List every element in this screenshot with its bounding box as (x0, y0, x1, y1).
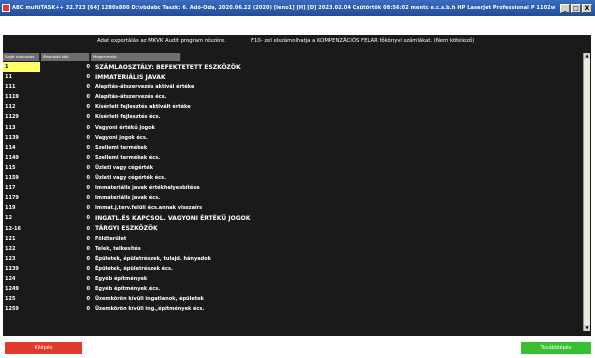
table-row[interactable]: 1159 0 Üzleti vagy cégérték écs. (3, 173, 583, 183)
row-value-cell: 0 (86, 235, 90, 242)
row-value-cell: 0 (86, 255, 90, 262)
row-value-cell: 0 (86, 64, 90, 70)
table-row[interactable]: 117 0 Immateriális javak értékhelyesbítése (3, 183, 583, 193)
row-name-cell: Vagyoni értékű jogok (95, 124, 156, 131)
table-scrollbar[interactable]: ▲ ▼ (583, 53, 590, 331)
scroll-up-arrow-icon[interactable]: ▲ (584, 53, 590, 59)
table-row[interactable]: 1119 0 Alapítás-átszervezés écs. (3, 92, 583, 102)
row-value-cell: 0 (86, 195, 90, 202)
row-value-cell: 0 (86, 84, 90, 91)
row-value-cell: 0 (86, 205, 90, 212)
row-name-cell: Vagyoni jogok écs. (95, 134, 148, 141)
table-row[interactable]: 122 0 Telek, telkesítés (3, 244, 583, 254)
window-titlebar: ABC multiTASK++ 32.723 [64] 1280x800 D:\… (0, 0, 595, 16)
row-name-cell: Kísérleti fejlesztés aktivált értéke (95, 104, 191, 111)
table-row[interactable]: 1179 0 Immateriális javak écs. (3, 193, 583, 203)
table-row[interactable]: 1249 0 Egyéb építmények écs. (3, 284, 583, 294)
row-value-cell: 0 (86, 154, 90, 161)
row-value-cell: 0 (86, 134, 90, 141)
row-name-cell: TÁRGYI ESZKÖZÖK (95, 225, 158, 232)
row-name-cell: IMMATERIÁLIS JAVAK (95, 73, 166, 81)
row-name-cell: Immateriális javak értékhelyesbítése (95, 185, 200, 192)
row-name-cell: Telek, telkesítés (95, 245, 141, 252)
table-row[interactable]: 112 0 Kísérleti fejlesztés aktivált értéke (3, 102, 583, 112)
row-value-cell: 0 (86, 286, 90, 293)
row-name-cell: Üzleti vagy cégérték écs. (95, 175, 167, 182)
app-icon (2, 4, 10, 12)
table-row[interactable]: 123 0 Épületek, épületrészek, tulajd. hány… (3, 254, 583, 264)
row-name-cell: Szellemi termékek écs. (95, 154, 161, 161)
row-name-cell: Alapítás-átszervezés aktivál értéke (95, 84, 195, 91)
next-button[interactable]: Továbblépés (521, 342, 591, 354)
row-value-cell: 0 (86, 185, 90, 192)
table-row[interactable]: 1139 0 Vagyoni jogok écs. (3, 133, 583, 143)
row-value-cell: 0 (86, 114, 90, 121)
scroll-down-arrow-icon[interactable]: ▼ (584, 325, 590, 331)
row-value-cell: 0 (86, 124, 90, 131)
row-name-cell: Földterület (95, 235, 127, 242)
row-value-cell: 0 (86, 306, 90, 313)
column-header-value[interactable]: Átsorolás kód (41, 53, 90, 61)
row-value-cell: 0 (86, 275, 90, 282)
row-value-cell: 0 (86, 175, 90, 182)
table-row[interactable]: 124 0 Egyéb építmények (3, 274, 583, 284)
row-name-cell: Szellemi termékek (95, 144, 148, 151)
table-row[interactable]: 121 0 Földterület (3, 234, 583, 244)
row-name-cell: Egyéb építmények (95, 275, 148, 282)
table-row[interactable]: 113 0 Vagyoni értékű jogok (3, 123, 583, 133)
info-banner: Adat exportálás az MKVK Audit program ré… (3, 35, 591, 47)
window-title: ABC multiTASK++ 32.723 [64] 1280x800 D:\… (12, 5, 556, 11)
app-body: Adat exportálás az MKVK Audit program ré… (0, 16, 595, 358)
column-header-code[interactable]: Saját számozás (3, 53, 40, 61)
row-name-cell: Immat.j.terv.felüli écs.annak visszaírs (95, 205, 203, 212)
table-row[interactable]: 1149 0 Szellemi termékek écs. (3, 153, 583, 163)
table-row[interactable]: 119 0 Immat.j.terv.felüli écs.annak vissza… (3, 203, 583, 213)
row-name-cell: Épületek, épületrészek, tulajd. hányadok (95, 255, 211, 262)
table-row[interactable]: 1129 0 Kísérleti fejlesztés écs. (3, 112, 583, 122)
table-row[interactable]: 111 0 Alapítás-átszervezés aktivál értéke (3, 82, 583, 92)
account-table: 1 0 SZÁMLAOSZTÁLY: BEFEKTETETT ESZKÖZÖK 11 0… (3, 62, 583, 314)
column-header-name[interactable]: Megnevezés (91, 53, 181, 61)
table-row[interactable]: 1 0 SZÁMLAOSZTÁLY: BEFEKTETETT ESZKÖZÖK (3, 62, 583, 72)
table-header: Saját számozás Átsorolás kód Megnevezés (3, 53, 583, 61)
table-row[interactable]: 115 0 Üzleti vagy cégérték (3, 163, 583, 173)
table-row[interactable]: 12-16 0 TÁRGYI ESZKÖZÖK (3, 224, 583, 234)
row-value-cell: 0 (86, 245, 90, 252)
row-value-cell: 0 (86, 164, 90, 171)
row-name-cell: Egyéb építmények écs. (95, 286, 161, 293)
table-row[interactable]: 11 0 IMMATERIÁLIS JAVAK (3, 72, 583, 82)
row-value-cell: 0 (86, 104, 90, 111)
row-code-cell: 1 (3, 62, 40, 72)
row-value-cell: 0 (86, 225, 90, 232)
row-value-cell: 0 (86, 74, 90, 81)
row-name-cell: SZÁMLAOSZTÁLY: BEFEKTETETT ESZKÖZÖK (95, 63, 241, 71)
export-panel: Adat exportálás az MKVK Audit program ré… (3, 35, 591, 350)
minimize-button[interactable]: _ (560, 3, 570, 13)
row-name-cell: Épületek, épületrészek écs. (95, 265, 173, 272)
banner-text: Adat exportálás az MKVK Audit program ré… (97, 38, 226, 44)
footer-bar: Kilépés Továbblépés (0, 336, 595, 358)
row-value-cell: 0 (86, 94, 90, 101)
row-value-cell: 0 (86, 144, 90, 151)
row-value-cell: 0 (86, 296, 90, 303)
window-controls: _ □ X (560, 3, 595, 13)
row-name-cell: Alapítás-átszervezés écs. (95, 94, 167, 101)
maximize-button[interactable]: □ (571, 3, 581, 13)
table-row[interactable]: 125 0 Üzemkörön kívüli ingatlanok, épülete… (3, 294, 583, 304)
banner-hint: F10- zel elszámolhatja a KOMPENZÁCIÓS FE… (251, 38, 475, 44)
table-row[interactable]: 12 0 INGATL.ÉS KAPCSOL. VAGYONI ÉRTÉKŰ JOG… (3, 213, 583, 223)
row-name-cell: Üzemkörön kívüli ing.,építmények écs. (95, 306, 205, 313)
table-row[interactable]: 1259 0 Üzemkörön kívüli ing.,építmények éc… (3, 304, 583, 314)
row-name-cell: Üzleti vagy cégérték (95, 164, 154, 171)
row-name-cell: Kísérleti fejlesztés écs. (95, 114, 161, 121)
table-row[interactable]: 1239 0 Épületek, épületrészek écs. (3, 264, 583, 274)
row-value-cell: 0 (86, 265, 90, 272)
row-name-cell: Üzemkörön kívüli ingatlanok, épületek (95, 296, 204, 303)
exit-button[interactable]: Kilépés (5, 342, 82, 354)
table-row[interactable]: 114 0 Szellemi termékek (3, 143, 583, 153)
row-name-cell: Immateriális javak écs. (95, 195, 161, 202)
row-value-cell: 0 (86, 215, 90, 222)
row-name-cell: INGATL.ÉS KAPCSOL. VAGYONI ÉRTÉKŰ JOGOK (95, 214, 251, 222)
close-button[interactable]: X (582, 3, 592, 13)
